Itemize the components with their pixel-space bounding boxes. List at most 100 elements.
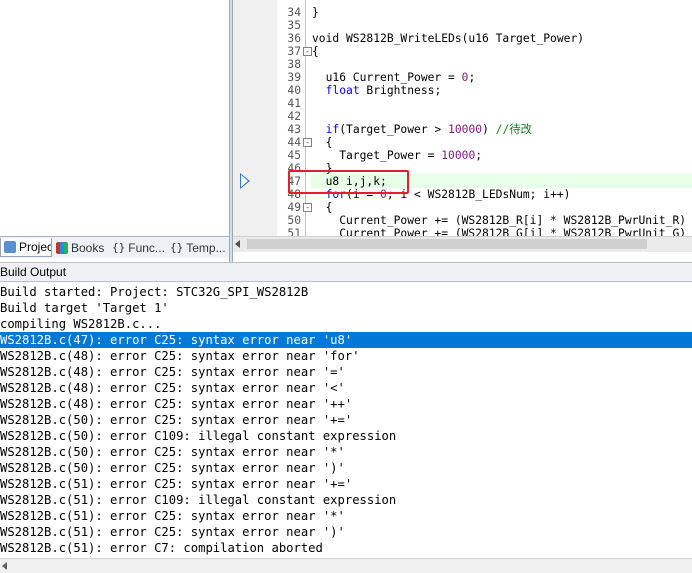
build-output-title: Build Output (0, 262, 692, 282)
number-token: 10000 (448, 123, 483, 136)
code-token: (Target_Power > (339, 123, 449, 136)
code-line[interactable]: 51 Current_Power += (WS2812B_G[i] * WS28… (233, 227, 692, 236)
code-line[interactable]: 43 if(Target_Power > 10000) //待改 (233, 123, 692, 136)
code-text: float Brightness; (312, 84, 442, 97)
build-output-line[interactable]: WS2812B.c(48): error C25: syntax error n… (0, 396, 692, 412)
scroll-left-arrow-icon[interactable] (2, 562, 7, 570)
line-number: 41 (287, 97, 301, 110)
code-line[interactable]: 35 (233, 19, 692, 32)
code-line[interactable]: 41 (233, 97, 692, 110)
code-editor[interactable]: 34} 35 36 void WS2812B_WriteLEDs(u16 Target… (233, 0, 692, 236)
code-line[interactable]: 50 Current_Power += (WS2812B_R[i] * WS28… (233, 214, 692, 227)
build-output-line[interactable]: WS2812B.c(51): error C109: illegal const… (0, 492, 692, 508)
build-output-line[interactable]: WS2812B.c(50): error C109: illegal const… (0, 428, 692, 444)
tab-label: Func... (128, 240, 165, 255)
build-output-line[interactable]: WS2812B.c(50): error C25: syntax error n… (0, 444, 692, 460)
code-token: Current_Power += (WS2812B_G[i] * WS2812B… (312, 227, 687, 236)
tab-project[interactable]: Project (0, 238, 52, 257)
line-number: 35 (287, 19, 301, 32)
code-line[interactable]: 42 (233, 110, 692, 123)
editor-partial-line (233, 252, 692, 262)
code-token: } (312, 6, 319, 19)
line-number: 43 (287, 123, 301, 136)
scroll-thumb[interactable] (247, 239, 647, 249)
code-token: void WS2812B_WriteLEDs(u16 Target_Power) (312, 32, 585, 45)
code-text: if(Target_Power > 10000) //待改 (312, 123, 532, 136)
code-line[interactable]: 44- { (233, 136, 692, 149)
line-number: 42 (287, 110, 301, 123)
tab-books[interactable]: Books (53, 238, 107, 257)
templates-icon: {} (170, 241, 184, 254)
code-line[interactable]: 45 Target_Power = 10000; (233, 149, 692, 162)
code-text: } (312, 6, 319, 19)
code-text: Current_Power += (WS2812B_R[i] * WS2812B… (312, 214, 686, 227)
number-token: 10000 (441, 149, 476, 162)
editor-horizontal-scrollbar[interactable] (233, 236, 692, 252)
build-output-line[interactable]: WS2812B.c(48): error C25: syntax error n… (0, 380, 692, 396)
code-line[interactable]: 34} (233, 6, 692, 19)
line-number: 36 (287, 32, 301, 45)
fold-toggle-icon[interactable]: - (303, 47, 312, 56)
code-token: { (312, 201, 333, 214)
code-line[interactable]: 39 u16 Current_Power = 0; (233, 71, 692, 84)
build-output-line[interactable]: WS2812B.c(47): error C25: syntax error n… (0, 332, 692, 348)
tab-label: Project (19, 240, 51, 254)
line-number: 39 (287, 71, 301, 84)
code-line[interactable]: 37-{ (233, 45, 692, 58)
project-panel (0, 0, 229, 236)
code-line[interactable]: 36 void WS2812B_WriteLEDs(u16 Target_Powe… (233, 32, 692, 45)
code-text: { (312, 45, 319, 58)
line-number: 44 (287, 136, 301, 149)
build-output-list[interactable]: Build started: Project: STC32G_SPI_WS281… (0, 282, 692, 558)
code-token: { (312, 45, 319, 58)
code-text: Current_Power += (WS2812B_G[i] * WS2812B… (312, 227, 686, 236)
books-icon (56, 241, 68, 254)
code-token: Target_Power = (312, 149, 442, 162)
line-number: 38 (287, 58, 301, 71)
build-output-line[interactable]: WS2812B.c(48): error C25: syntax error n… (0, 348, 692, 364)
code-token: ; (468, 71, 476, 84)
project-icon (4, 241, 16, 253)
code-token: ; i < WS2812B_LEDsNum; i++) (386, 188, 571, 201)
tab-label: Temp... (186, 240, 226, 255)
line-number: 49 (287, 201, 301, 214)
line-number: 40 (287, 84, 301, 97)
code-token: ; (475, 149, 483, 162)
code-token: { (312, 136, 333, 149)
code-text: void WS2812B_WriteLEDs(u16 Target_Power) (312, 32, 584, 45)
fold-toggle-icon[interactable]: - (303, 138, 312, 147)
build-output-line[interactable]: WS2812B.c(51): error C25: syntax error n… (0, 524, 692, 540)
line-number: 37 (287, 45, 301, 58)
build-output-line[interactable]: WS2812B.c(51): error C25: syntax error n… (0, 508, 692, 524)
annotation-highlight-box (288, 170, 409, 194)
code-text: Target_Power = 10000; (312, 149, 482, 162)
line-number: 51 (287, 227, 301, 236)
comment-token: //待改 (495, 123, 532, 136)
build-output-line[interactable]: compiling WS2812B.c... (0, 316, 692, 332)
code-line[interactable]: 40 float Brightness; (233, 84, 692, 97)
line-number: 50 (287, 214, 301, 227)
code-text: { (312, 136, 333, 149)
functions-icon: {} (112, 241, 126, 254)
code-line[interactable]: 38 (233, 58, 692, 71)
keyword-token: if (325, 123, 340, 136)
code-line[interactable]: 49- { (233, 201, 692, 214)
tab-templates[interactable]: {} Temp... (167, 238, 229, 257)
build-output-line[interactable]: WS2812B.c(50): error C25: syntax error n… (0, 460, 692, 476)
build-output-horizontal-scrollbar[interactable] (0, 558, 692, 573)
fold-toggle-icon[interactable]: - (303, 203, 312, 212)
build-output-line[interactable]: WS2812B.c(51): error C25: syntax error n… (0, 476, 692, 492)
build-output-line[interactable]: WS2812B.c(51): error C7: compilation abo… (0, 540, 692, 556)
build-output-line[interactable]: Build target 'Target 1' (0, 300, 692, 316)
build-output-line[interactable]: WS2812B.c(50): error C25: syntax error n… (0, 412, 692, 428)
code-text: u16 Current_Power = 0; (312, 71, 476, 84)
build-output-line[interactable]: Build started: Project: STC32G_SPI_WS281… (0, 284, 692, 300)
tab-functions[interactable]: {} Func... (109, 238, 166, 257)
scroll-left-arrow-icon[interactable] (235, 240, 240, 248)
build-output-line[interactable]: WS2812B.c(48): error C25: syntax error n… (0, 364, 692, 380)
code-token: u16 Current_Power = (312, 71, 462, 84)
code-token: Brightness; (359, 84, 442, 97)
project-tab-bar: Project Books {} Func... {} Temp... (0, 236, 229, 258)
